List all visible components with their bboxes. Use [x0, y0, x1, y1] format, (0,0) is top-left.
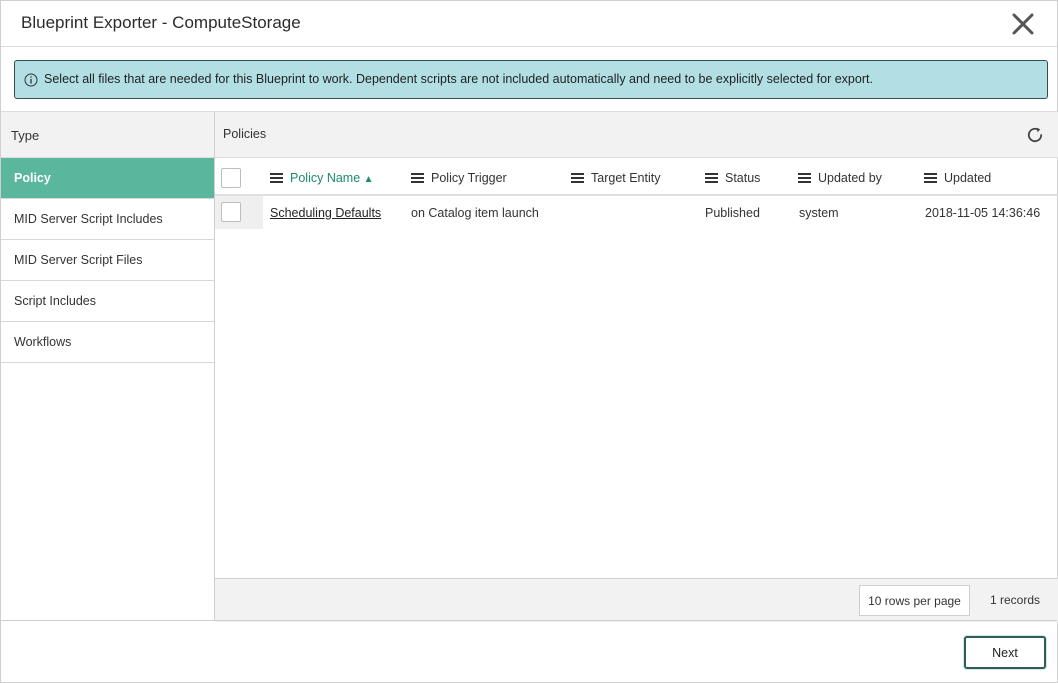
policies-header: Policies [215, 112, 1058, 158]
sidebar-item-workflows[interactable]: Workflows [1, 322, 214, 363]
status-cell: Published [705, 206, 760, 220]
dialog-header: Blueprint Exporter - ComputeStorage [1, 1, 1057, 47]
column-header-policy-trigger[interactable]: Policy Trigger [411, 171, 507, 185]
column-menu-icon[interactable] [270, 173, 283, 183]
column-label: Policy Name [290, 171, 361, 185]
dialog-title: Blueprint Exporter - ComputeStorage [21, 13, 301, 32]
records-count: 1 records [990, 593, 1041, 607]
column-menu-icon[interactable] [924, 173, 937, 183]
column-label: Updated by [818, 171, 882, 185]
dialog-footer: Next [1, 620, 1057, 682]
policies-panel: Policies Policy Name ▲ Policy Trigger Ta… [215, 111, 1058, 622]
policies-title: Policies [223, 127, 267, 141]
policy-name-link[interactable]: Scheduling Defaults [270, 206, 381, 220]
updated-by-cell: system [799, 206, 839, 220]
sidebar-item-mid-server-script-files[interactable]: MID Server Script Files [1, 240, 214, 281]
column-menu-icon[interactable] [798, 173, 811, 183]
column-menu-icon[interactable] [571, 173, 584, 183]
refresh-icon[interactable] [1025, 125, 1045, 145]
column-header-updated-by[interactable]: Updated by [798, 171, 882, 185]
type-sidebar: Type Policy MID Server Script Includes M… [1, 111, 215, 621]
column-menu-icon[interactable] [705, 173, 718, 183]
sidebar-header: Type [1, 112, 214, 158]
sidebar-item-policy[interactable]: Policy [1, 158, 214, 199]
sidebar-item-script-includes[interactable]: Script Includes [1, 281, 214, 322]
column-menu-icon[interactable] [411, 173, 424, 183]
row-checkbox[interactable] [221, 202, 241, 222]
blueprint-exporter-dialog: Blueprint Exporter - ComputeStorage Sele… [0, 0, 1058, 683]
column-label: Target Entity [591, 171, 661, 185]
alert-message: Select all files that are needed for thi… [44, 72, 873, 86]
column-label: Status [725, 171, 761, 185]
column-header-target-entity[interactable]: Target Entity [571, 171, 660, 185]
column-header-status[interactable]: Status [705, 171, 760, 185]
close-icon[interactable] [1009, 10, 1037, 38]
select-all-checkbox[interactable] [221, 168, 241, 188]
table-row: Scheduling Defaults on Catalog item laun… [215, 196, 1058, 229]
info-icon [24, 73, 38, 87]
table-footer: 10 rows per page 1 records [215, 578, 1058, 622]
table-header-row: Policy Name ▲ Policy Trigger Target Enti… [215, 158, 1058, 196]
column-header-policy-name[interactable]: Policy Name ▲ [270, 171, 374, 185]
next-button[interactable]: Next [964, 636, 1046, 669]
policy-trigger-cell: on Catalog item launch [411, 206, 539, 220]
sort-ascending-icon: ▲ [363, 174, 374, 185]
info-alert: Select all files that are needed for thi… [14, 60, 1048, 99]
column-label: Policy Trigger [431, 171, 507, 185]
sidebar-item-mid-server-script-includes[interactable]: MID Server Script Includes [1, 199, 214, 240]
column-header-updated[interactable]: Updated [924, 171, 991, 185]
updated-cell: 2018-11-05 14:36:46 [925, 206, 1041, 220]
column-label: Updated [944, 171, 992, 185]
rows-per-page-select[interactable]: 10 rows per page [859, 585, 970, 616]
